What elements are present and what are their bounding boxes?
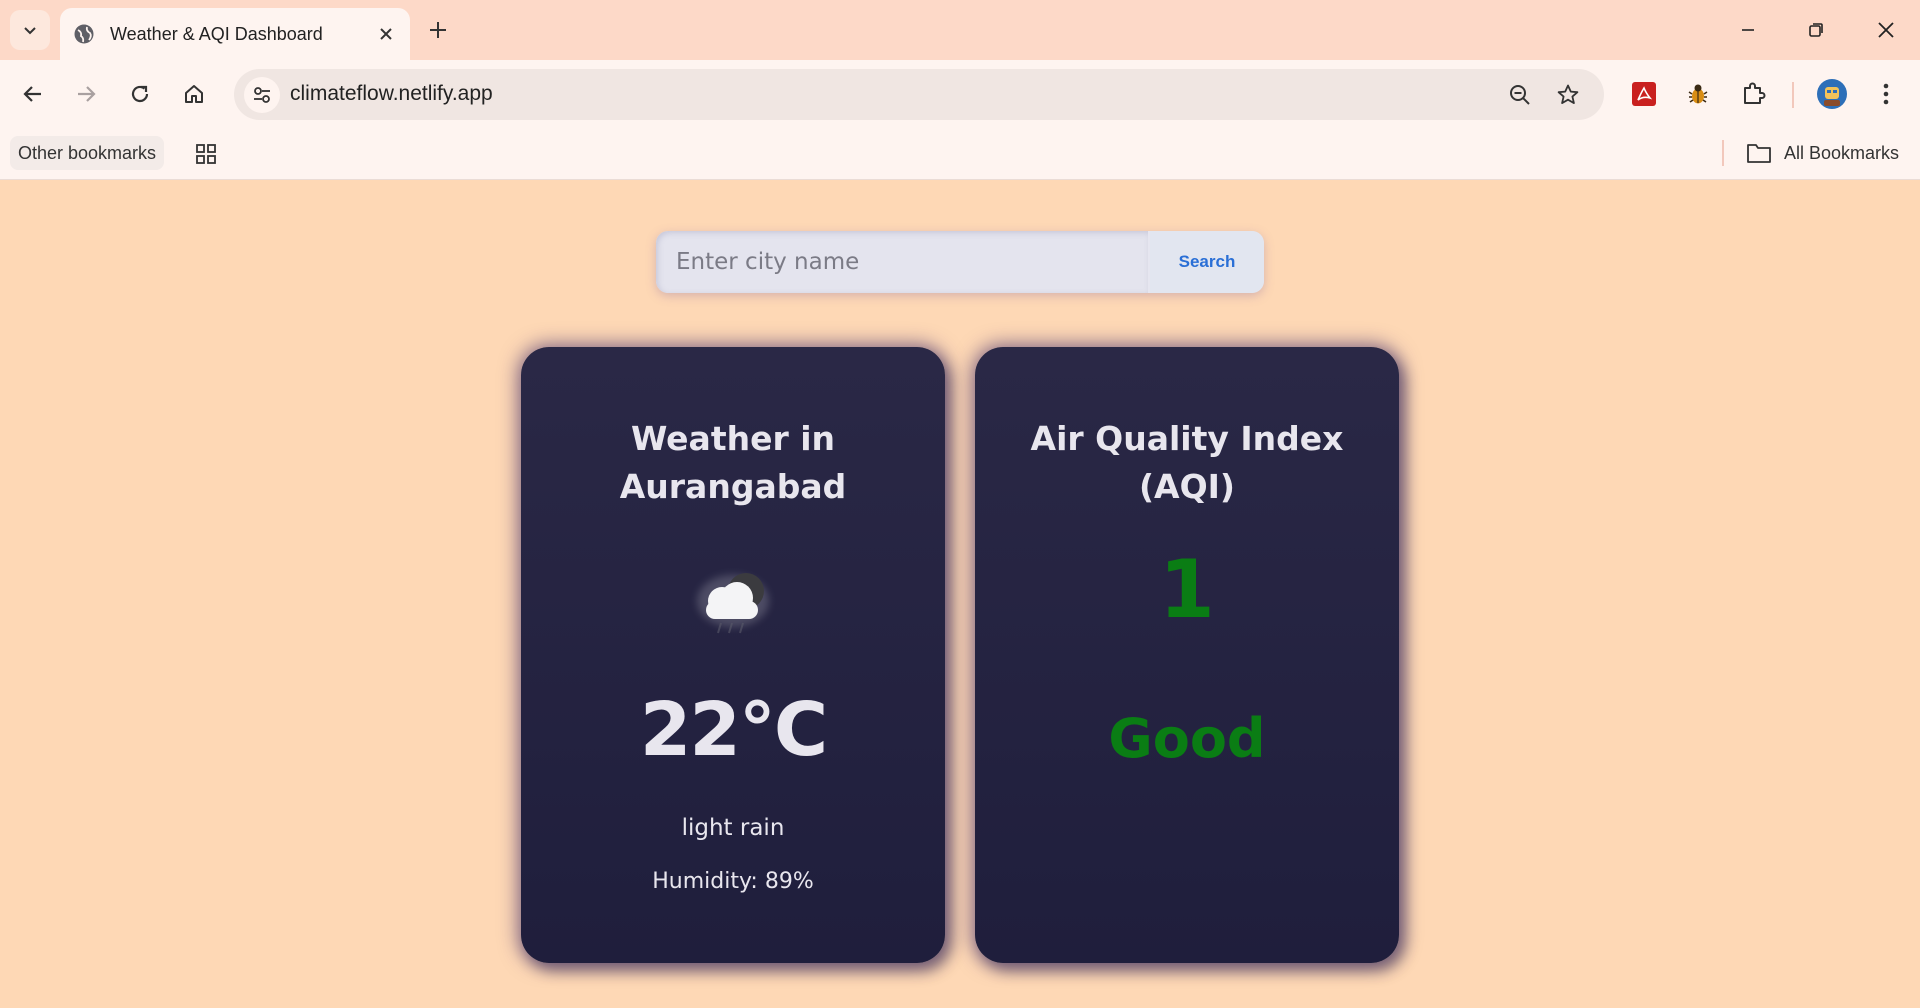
home-button[interactable]	[174, 74, 214, 114]
minimize-icon	[1742, 29, 1754, 31]
minimize-button[interactable]	[1728, 12, 1768, 48]
weather-card: Weather in Aurangabad 22°C light rain Hu…	[521, 347, 945, 963]
star-icon	[1557, 84, 1579, 104]
other-bookmarks[interactable]: Other bookmarks	[10, 136, 165, 170]
aqi-card: Air Quality Index (AQI) 1 Good	[975, 347, 1399, 963]
close-icon	[1878, 22, 1894, 38]
search-button[interactable]: Search	[1150, 231, 1264, 293]
pdf-icon	[1632, 82, 1656, 106]
url-text: climateflow.netlify.app	[290, 82, 493, 105]
avatar	[1817, 79, 1847, 109]
cloud-rain-night-icon	[697, 573, 769, 634]
site-info-button[interactable]	[244, 77, 280, 113]
aqi-title: Air Quality Index (AQI)	[1030, 419, 1344, 506]
toolbar-divider	[1792, 82, 1794, 108]
apps-button[interactable]	[190, 138, 222, 170]
bookmarks-divider	[1722, 140, 1724, 166]
plus-icon	[430, 22, 446, 38]
tab-search-button[interactable]	[10, 10, 50, 50]
all-bookmarks-label: All Bookmarks	[1784, 142, 1900, 163]
zoom-out-icon	[1510, 85, 1530, 105]
tune-icon	[254, 87, 270, 103]
puzzle-icon	[1744, 82, 1766, 104]
profile-button[interactable]	[1812, 74, 1852, 114]
arrow-left-icon	[23, 86, 41, 102]
home-icon	[185, 85, 203, 103]
search-bar: Search	[656, 231, 1264, 293]
restore-button[interactable]	[1796, 12, 1836, 48]
page-content: Search Weather in Aurangabad 22°C light …	[0, 181, 1920, 1008]
more-vertical-icon	[1883, 83, 1889, 105]
aqi-value: 1	[1159, 543, 1215, 636]
grid-icon	[196, 144, 216, 164]
tab-title: Weather & AQI Dashboard	[110, 23, 323, 44]
pdf-extension-button[interactable]	[1624, 74, 1664, 114]
browser-tab-active[interactable]: Weather & AQI Dashboard	[60, 8, 410, 60]
bookmark-star-button[interactable]	[1554, 81, 1582, 109]
bookmarks-bar: Other bookmarks All Bookmarks	[0, 128, 1920, 180]
menu-button[interactable]	[1866, 74, 1906, 114]
aqi-status: Good	[1108, 707, 1266, 770]
weather-title: Weather in Aurangabad	[619, 419, 847, 506]
humidity: Humidity: 89%	[652, 869, 814, 894]
restore-icon	[1809, 23, 1823, 37]
extensions-button[interactable]	[1733, 74, 1773, 114]
all-bookmarks-button[interactable]: All Bookmarks	[1746, 137, 1899, 169]
close-window-button[interactable]	[1866, 12, 1906, 48]
bug-icon	[1688, 84, 1708, 104]
zoom-button[interactable]	[1506, 81, 1534, 109]
forward-button[interactable]	[66, 74, 106, 114]
globe-icon	[72, 22, 96, 46]
bug-extension-button[interactable]	[1678, 74, 1718, 114]
reload-button[interactable]	[120, 74, 160, 114]
weather-description: light rain	[681, 815, 785, 841]
chevron-down-icon	[24, 27, 36, 35]
close-tab-icon[interactable]	[374, 22, 398, 46]
address-bar[interactable]: climateflow.netlify.app	[234, 69, 1604, 120]
reload-icon	[131, 85, 149, 103]
arrow-right-icon	[78, 86, 96, 102]
folder-icon	[1747, 144, 1771, 163]
back-button[interactable]	[13, 74, 53, 114]
tab-strip: Weather & AQI Dashboard	[0, 0, 1920, 60]
new-tab-button[interactable]	[422, 14, 454, 46]
city-search-input[interactable]	[656, 231, 1148, 293]
temperature: 22°C	[639, 687, 828, 773]
browser-toolbar: climateflow.netlify.app	[0, 60, 1920, 128]
